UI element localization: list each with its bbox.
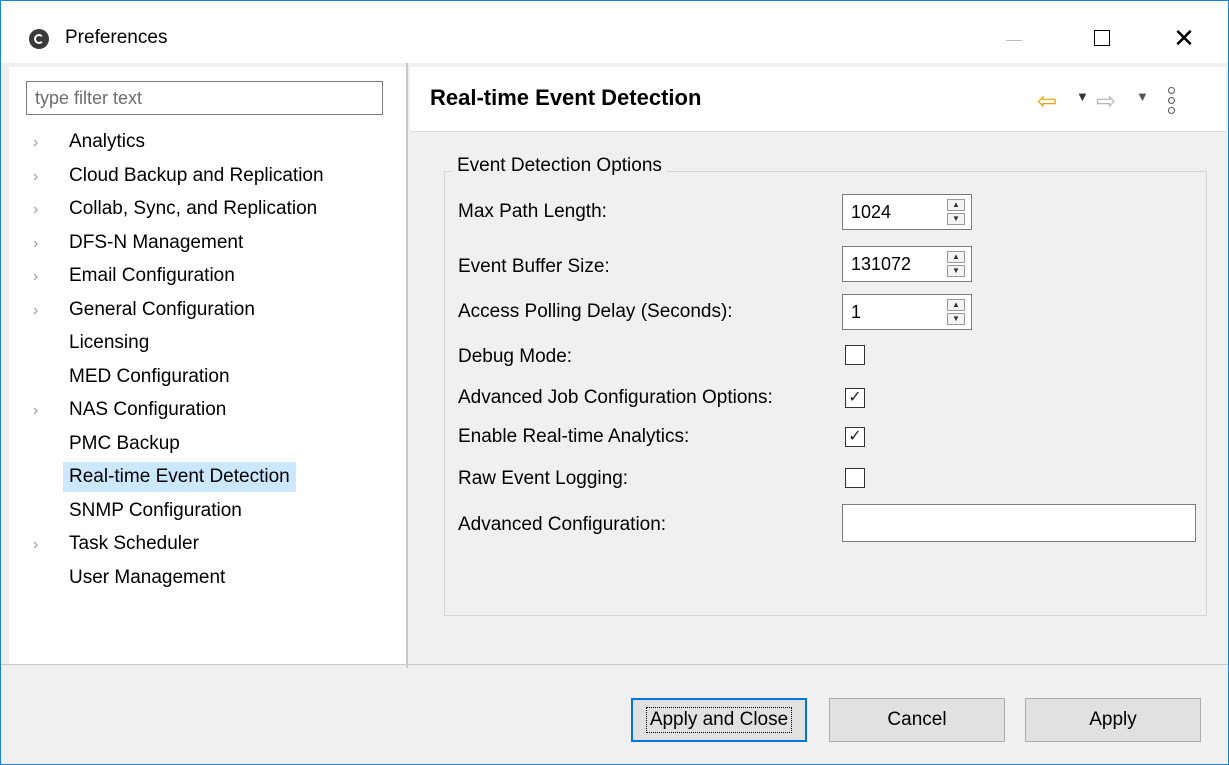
max-path-length-label: Max Path Length:: [458, 201, 607, 222]
spin-up-icon[interactable]: ▲: [947, 199, 965, 211]
tree-item-label: Analytics: [69, 131, 146, 152]
spin-up-icon[interactable]: ▲: [947, 251, 965, 263]
page-title: Real-time Event Detection: [430, 85, 702, 110]
max-path-length-spinner[interactable]: 1024 ▲ ▼: [842, 194, 972, 230]
apply-and-close-label: Apply and Close: [645, 707, 793, 733]
chevron-right-icon[interactable]: ›: [33, 401, 43, 419]
tree-item-label: MED Configuration: [69, 365, 230, 387]
enable-realtime-analytics-label: Enable Real-time Analytics:: [458, 426, 690, 447]
maximize-icon: [1094, 30, 1110, 46]
tree-item[interactable]: › General Configuration: [9, 295, 406, 327]
arrow-left-icon[interactable]: ⇦: [1037, 87, 1057, 116]
event-buffer-size-label: Event Buffer Size:: [458, 256, 610, 277]
tree-item[interactable]: SNMP Configuration: [9, 496, 406, 528]
apply-and-close-button[interactable]: Apply and Close: [631, 698, 807, 742]
chevron-right-icon[interactable]: ›: [33, 301, 43, 319]
tree-item-label: User Management: [69, 566, 226, 588]
tree-item-label: DFS-N Management: [69, 231, 244, 253]
cancel-button[interactable]: Cancel: [829, 698, 1005, 742]
tree-item[interactable]: › Cloud Backup and Replication: [9, 161, 406, 193]
app-icon: [29, 29, 49, 49]
spin-down-icon[interactable]: ▼: [947, 213, 965, 225]
page-header: Real-time Event Detection ⇦ ▼ ⇨ ▼: [410, 67, 1226, 132]
tree-item[interactable]: PMC Backup: [9, 429, 406, 461]
access-polling-delay-spinner[interactable]: 1 ▲ ▼: [842, 294, 972, 330]
raw-event-logging-label: Raw Event Logging:: [458, 468, 629, 489]
advanced-job-config-checkbox[interactable]: ✓: [845, 388, 865, 408]
advanced-configuration-input[interactable]: [842, 504, 1196, 542]
advanced-job-config-label: Advanced Job Configuration Options:: [458, 387, 773, 408]
group-title: Event Detection Options: [452, 155, 667, 177]
apply-button[interactable]: Apply: [1025, 698, 1201, 742]
debug-mode-checkbox[interactable]: [845, 345, 865, 365]
title-bar: Preferences ✕: [1, 1, 1228, 63]
advanced-configuration-label: Advanced Configuration:: [458, 514, 667, 535]
forward-dropdown-icon[interactable]: ▼: [1136, 89, 1149, 104]
preferences-window: Preferences ✕ › Analytics › Cloud Backup an…: [0, 0, 1229, 765]
spin-down-icon[interactable]: ▼: [947, 313, 965, 325]
minimize-icon: [1006, 39, 1022, 41]
tree-item-label: Real-time Event Detection: [63, 462, 296, 492]
tree-item-label: Licensing: [69, 332, 150, 353]
window-title: Preferences: [65, 27, 168, 48]
button-bar-divider: [1, 664, 1228, 665]
chevron-right-icon[interactable]: ›: [33, 267, 43, 285]
tree-item[interactable]: Real-time Event Detection: [9, 462, 406, 494]
close-button[interactable]: ✕: [1161, 15, 1207, 61]
tree-item[interactable]: › Analytics: [9, 127, 406, 159]
enable-realtime-analytics-checkbox[interactable]: ✓: [845, 427, 865, 447]
preferences-sidebar: ›Analytics›Cloud Backup and Replication›…: [9, 67, 406, 664]
tree-item[interactable]: › NAS Configuration: [9, 395, 406, 427]
tree-item-label: SNMP Configuration: [69, 499, 242, 521]
tree-item-label: Email Configuration: [69, 265, 235, 286]
tree-item[interactable]: › DFS-N Management: [9, 228, 406, 260]
chevron-right-icon[interactable]: ›: [33, 234, 43, 252]
minimize-button[interactable]: [991, 15, 1037, 61]
vertical-dots-icon[interactable]: [1167, 87, 1177, 117]
tree-item-label: Task Scheduler: [69, 533, 199, 554]
max-path-length-value[interactable]: 1024: [851, 202, 891, 223]
arrow-right-icon[interactable]: ⇨: [1096, 87, 1116, 116]
tree-item[interactable]: › Collab, Sync, and Replication: [9, 194, 406, 226]
tree-item-label: Cloud Backup and Replication: [69, 164, 324, 186]
event-buffer-size-spinner[interactable]: 131072 ▲ ▼: [842, 246, 972, 282]
tree-item[interactable]: User Management: [9, 563, 406, 595]
chevron-right-icon[interactable]: ›: [33, 133, 43, 151]
vertical-splitter[interactable]: [406, 63, 408, 668]
filter-input[interactable]: [26, 81, 383, 115]
spin-down-icon[interactable]: ▼: [947, 265, 965, 277]
tree-item-label: Collab, Sync, and Replication: [69, 198, 318, 219]
chevron-right-icon[interactable]: ›: [33, 167, 43, 185]
tree-item[interactable]: Licensing: [9, 328, 406, 360]
tree-item-label: PMC Backup: [69, 432, 180, 454]
access-polling-delay-value[interactable]: 1: [851, 302, 861, 323]
tree-item-label: NAS Configuration: [69, 399, 227, 420]
spin-up-icon[interactable]: ▲: [947, 299, 965, 311]
debug-mode-label: Debug Mode:: [458, 346, 573, 367]
preference-page: Real-time Event Detection ⇦ ▼ ⇨ ▼ Event …: [410, 67, 1226, 664]
tree-item[interactable]: › Task Scheduler: [9, 529, 406, 561]
raw-event-logging-checkbox[interactable]: [845, 468, 865, 488]
maximize-button[interactable]: [1079, 15, 1125, 61]
chevron-right-icon[interactable]: ›: [33, 200, 43, 218]
tree-item[interactable]: MED Configuration: [9, 362, 406, 394]
close-icon: ✕: [1173, 22, 1195, 53]
chevron-right-icon[interactable]: ›: [33, 535, 43, 553]
back-dropdown-icon[interactable]: ▼: [1076, 89, 1089, 104]
event-buffer-size-value[interactable]: 131072: [851, 254, 911, 275]
tree-item[interactable]: › Email Configuration: [9, 261, 406, 293]
access-polling-delay-label: Access Polling Delay (Seconds):: [458, 301, 733, 322]
tree-item-label: General Configuration: [69, 298, 255, 320]
